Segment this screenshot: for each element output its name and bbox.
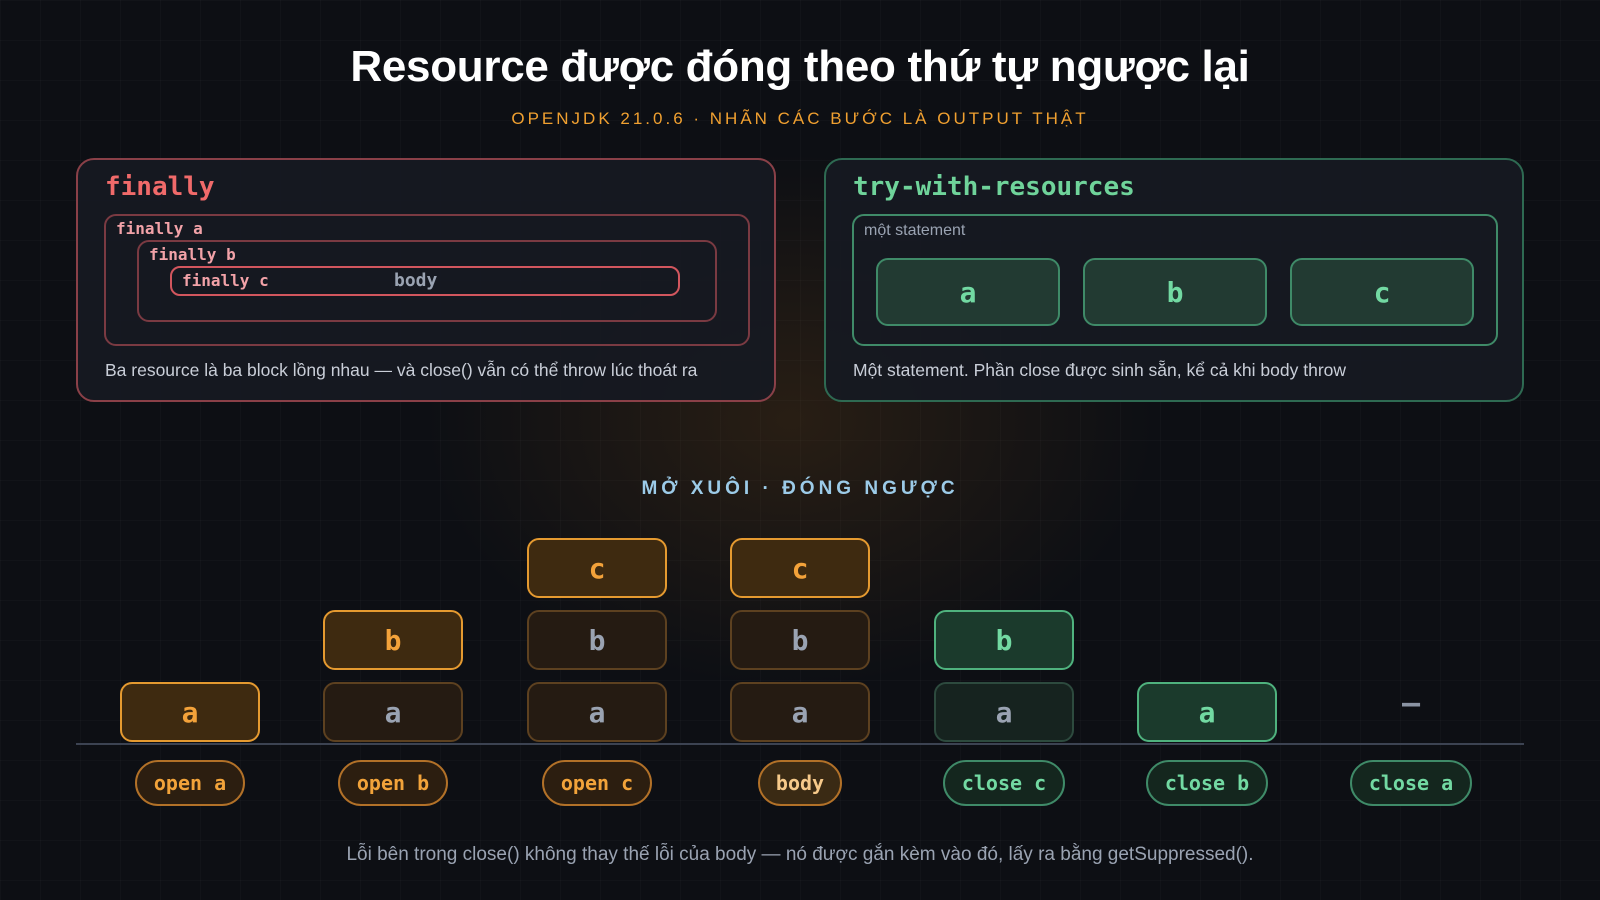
twr-panel-title: try-with-resources [853, 172, 1135, 202]
stack-empty-marker: — [1401, 686, 1421, 721]
stack-block-a: a [730, 682, 870, 742]
stack-block-a: a [323, 682, 463, 742]
stack-block-a: a [120, 682, 260, 742]
finally-panel-caption: Ba resource là ba block lồng nhau — và c… [105, 360, 698, 380]
stack-block-b: b [527, 610, 667, 670]
stack-block-a: a [934, 682, 1074, 742]
stack-block-a: a [527, 682, 667, 742]
step-label: body [758, 760, 842, 806]
stack-block-b: b [730, 610, 870, 670]
twr-resource-b: b [1083, 258, 1267, 326]
stack-section-label: MỞ XUÔI · ĐÓNG NGƯỢC [641, 478, 959, 499]
twr-panel: try-with-resources một statement a b c M… [824, 158, 1524, 402]
step-label: close b [1146, 760, 1268, 806]
twr-resource-a: a [876, 258, 1060, 326]
step-label: close a [1350, 760, 1472, 806]
footer-note: Lỗi bên trong close() không thay thế lỗi… [346, 844, 1254, 865]
stack-block-b: b [934, 610, 1074, 670]
stack-block-c: c [730, 538, 870, 598]
step-label: open b [338, 760, 448, 806]
finally-panel: finally finally a finally b finally c bo… [76, 158, 776, 402]
step-label: open c [542, 760, 652, 806]
finally-panel-title: finally [105, 172, 215, 202]
finally-label-c: finally c [182, 271, 269, 290]
twr-resource-c: c [1290, 258, 1474, 326]
step-label: open a [135, 760, 245, 806]
twr-panel-caption: Một statement. Phần close được sinh sẵn,… [853, 360, 1347, 380]
stack-block-a: a [1137, 682, 1277, 742]
page-title: Resource được đóng theo thứ tự ngược lại [350, 42, 1250, 91]
stack-block-b: b [323, 610, 463, 670]
stack-block-c: c [527, 538, 667, 598]
page-subtitle: OPENJDK 21.0.6 · NHÃN CÁC BƯỚC LÀ OUTPUT… [511, 109, 1089, 128]
twr-statement-label: một statement [864, 222, 966, 239]
finally-label-a: finally a [116, 219, 203, 238]
stack-baseline [76, 743, 1524, 745]
finally-label-b: finally b [149, 245, 236, 264]
step-label: close c [943, 760, 1065, 806]
finally-body-label: body [394, 270, 438, 291]
